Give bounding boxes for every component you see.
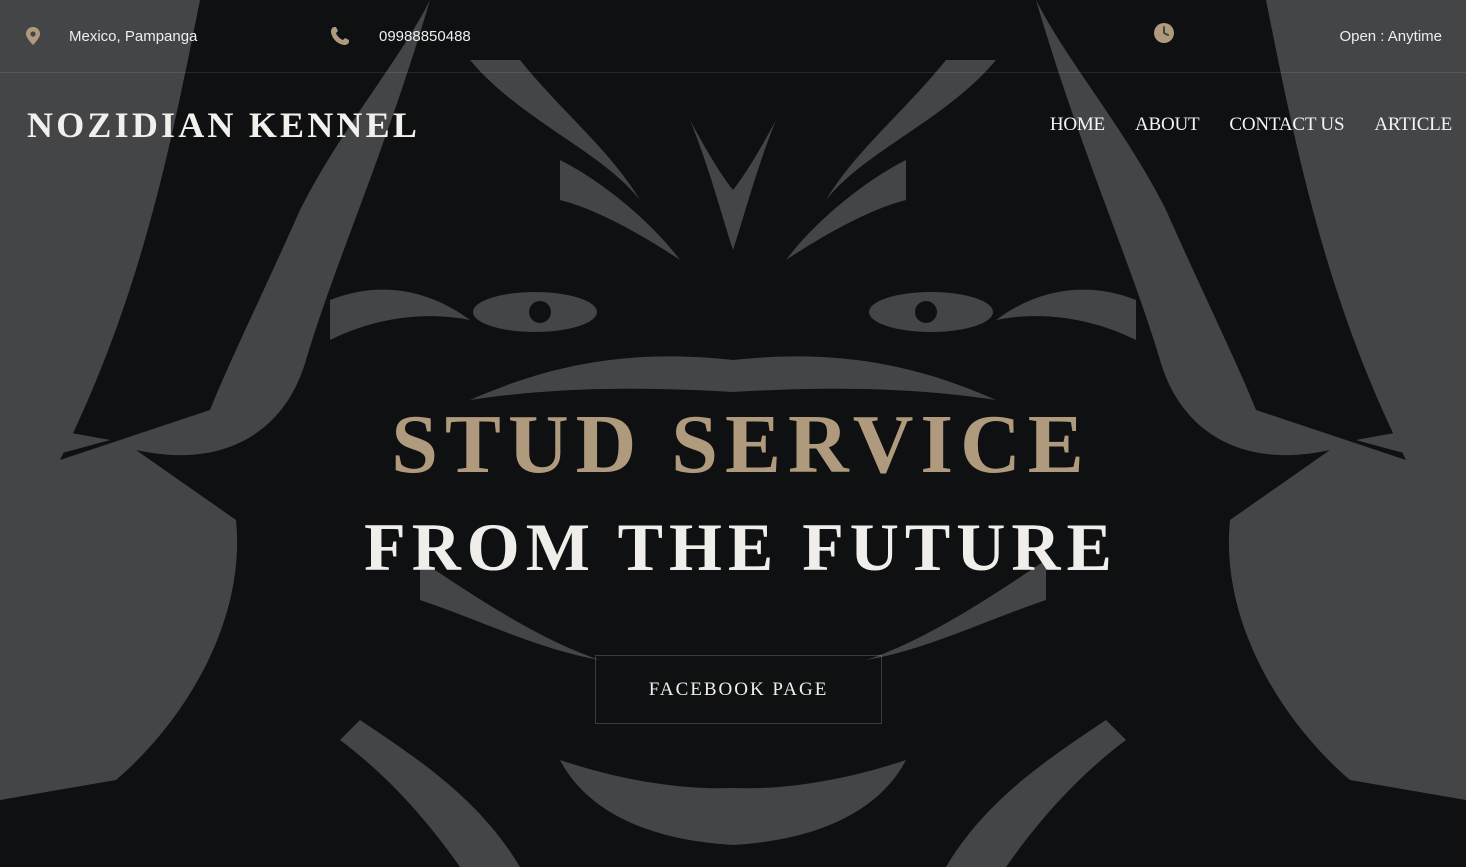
location-info: Mexico, Pampanga (26, 0, 197, 72)
clock-icon (1154, 23, 1174, 43)
phone-icon (330, 26, 350, 46)
nav-article[interactable]: ARTICLE (1374, 114, 1452, 136)
main-nav: HOME ABOUT CONTACT US ARTICLE (1050, 114, 1452, 136)
hours-text: Open : Anytime (1339, 27, 1442, 45)
nav-contact-us[interactable]: CONTACT US (1229, 114, 1344, 136)
phone-info: 09988850488 (330, 0, 471, 72)
hero-headline: STUD SERVICE (391, 398, 1091, 491)
page: Mexico, Pampanga 09988850488 Open : Anyt… (0, 0, 1466, 867)
map-pin-icon (26, 27, 40, 45)
hero-subheadline: FROM THE FUTURE (364, 509, 1118, 585)
site-logo-text[interactable]: NOZIDIAN KENNEL (27, 104, 420, 146)
top-info-bar: Mexico, Pampanga 09988850488 Open : Anyt… (0, 0, 1466, 73)
facebook-page-button[interactable]: FACEBOOK PAGE (595, 655, 882, 724)
nav-about[interactable]: ABOUT (1135, 114, 1200, 136)
phone-text[interactable]: 09988850488 (379, 28, 471, 45)
nav-home[interactable]: HOME (1050, 114, 1105, 136)
clock-info (1154, 0, 1174, 69)
hours-info: Open : Anytime (1339, 0, 1442, 72)
location-text: Mexico, Pampanga (69, 27, 198, 45)
